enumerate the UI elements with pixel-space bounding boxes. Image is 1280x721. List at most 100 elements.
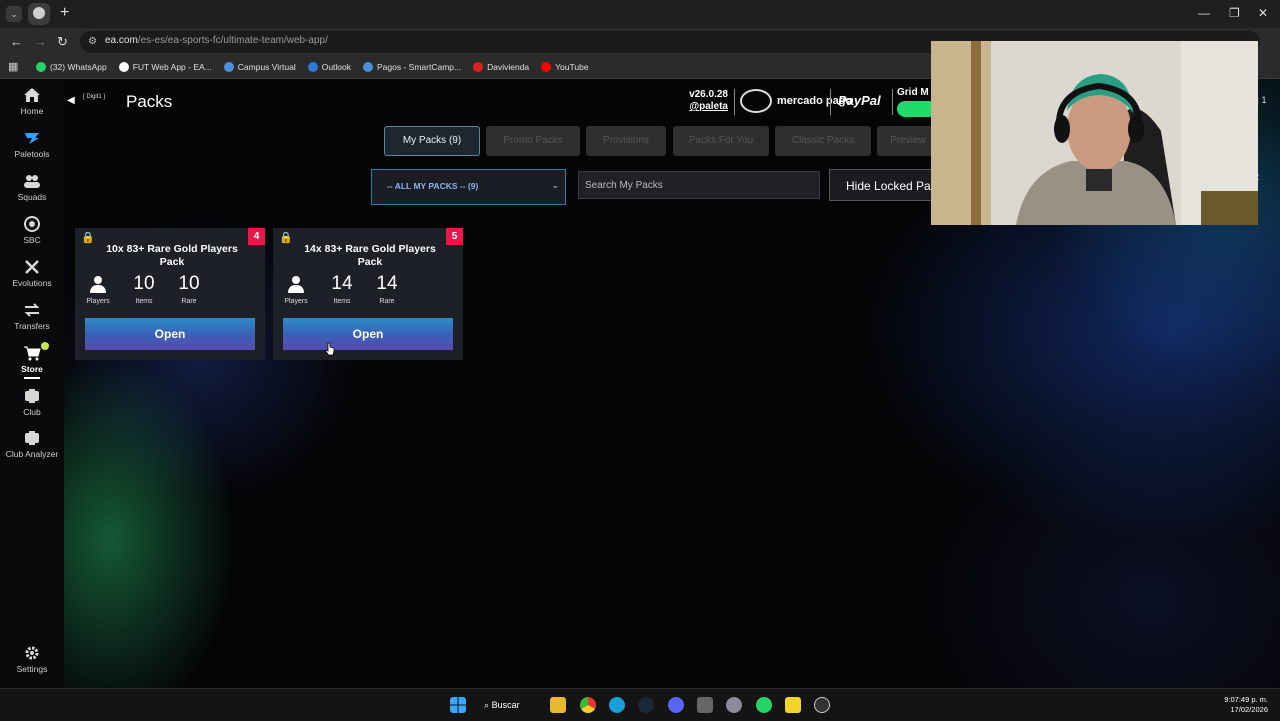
pack-card: 🔒 4 10x 83+ Rare Gold Players Pack Playe… [75, 228, 265, 360]
sidebar-item-settings[interactable]: Settings [0, 645, 64, 674]
system-clock[interactable]: 9:07:49 p. m. 17/02/2026 [1206, 695, 1268, 715]
notification-dot [41, 342, 49, 350]
browser-tab[interactable] [28, 3, 50, 25]
sidebar-item-squads[interactable]: Squads [0, 173, 64, 202]
bookmark-item[interactable]: Davivienda [473, 62, 529, 72]
pack-stat-rare: 14 Rare [370, 273, 404, 306]
divider [734, 89, 735, 115]
stat-value: 10 [133, 273, 155, 294]
stat-value: 14 [376, 273, 398, 294]
sidebar-label: Evolutions [12, 278, 52, 288]
stat-label: Players [284, 298, 308, 305]
back-icon[interactable]: ← [10, 34, 23, 49]
pack-stat-players: Players [279, 274, 313, 305]
pagos-icon [363, 62, 374, 72]
stat-label: Items [333, 298, 351, 305]
author-link[interactable]: @paleta [680, 101, 728, 113]
tab-search-icon[interactable]: ⌄ [6, 6, 22, 22]
pack-card: 🔒 5 14x 83+ Rare Gold Players Pack Playe… [273, 228, 463, 360]
sticky-notes-icon[interactable] [785, 697, 801, 713]
tab-classic-packs[interactable]: Classic Packs [775, 126, 871, 156]
stat-label: Players [86, 298, 110, 305]
stat-value: 10 [178, 273, 200, 294]
sidebar-item-sbc[interactable]: SBC [0, 216, 64, 245]
windows-start-icon[interactable] [450, 697, 466, 713]
club-icon [25, 389, 39, 403]
tab-preview[interactable]: Preview [877, 126, 939, 156]
obs-icon[interactable] [814, 697, 830, 713]
open-pack-button[interactable]: Open [283, 318, 453, 350]
back-arrow-icon[interactable]: ◀ [67, 95, 75, 106]
apps-grid-icon[interactable]: ▦ [8, 60, 18, 73]
mercado-pago-button[interactable]: mercado pago [740, 89, 852, 113]
paypal-button[interactable]: PayPal [838, 93, 881, 108]
open-pack-button[interactable]: Open [85, 318, 255, 350]
maximize-icon[interactable]: ❐ [1229, 6, 1240, 20]
minimize-icon[interactable]: — [1198, 6, 1210, 20]
grid-mode-label: Grid M [897, 87, 929, 98]
tab-provisions[interactable]: Provisions [586, 126, 666, 156]
active-indicator [24, 377, 40, 379]
tab-my-packs[interactable]: My Packs (9) [384, 126, 480, 156]
pack-title: 14x 83+ Rare Gold Players Pack [304, 243, 436, 268]
sidebar-item-transfers[interactable]: Transfers [0, 302, 64, 331]
search-packs-input[interactable] [578, 171, 820, 199]
close-window-icon[interactable]: ✕ [1258, 6, 1268, 20]
sidebar-item-home[interactable]: Home [0, 87, 64, 116]
lock-icon: 🔒 [279, 232, 293, 244]
webcam-overlay [931, 41, 1258, 225]
taskbar-search[interactable]: ⌕ Buscar [484, 695, 536, 715]
pack-filter-dropdown[interactable]: -- ALL MY PACKS -- (9) ⌄ [371, 169, 566, 205]
sbc-icon [24, 216, 40, 232]
sidebar-label: Squads [17, 192, 47, 202]
bookmark-item[interactable]: Outlook [307, 62, 351, 72]
reload-icon[interactable]: ↻ [57, 34, 68, 50]
paletools-icon [25, 133, 39, 144]
sidebar-item-store[interactable]: Store [0, 342, 64, 379]
tab-promo-packs[interactable]: Promo Packs [486, 126, 580, 156]
site-info-icon[interactable]: ⚙ [88, 36, 100, 48]
pack-count-badge: 5 [446, 228, 463, 245]
new-tab-icon[interactable]: + [60, 4, 69, 22]
url-path: /es-es/ea-sports-fc/ultimate-team/web-ap… [137, 35, 328, 46]
clock-time: 9:07:49 p. m. [1224, 695, 1268, 704]
sidebar-item-club-analyzer[interactable]: Club Analyzer [0, 430, 64, 459]
pack-stat-rare: 10 Rare [172, 273, 206, 306]
sidebar-item-club[interactable]: Club [0, 388, 64, 417]
bookmark-label: Davivienda [487, 62, 530, 72]
bookmark-item[interactable]: FUT Web App - EA... [118, 62, 212, 72]
home-icon [24, 88, 40, 102]
sidebar-label: Store [21, 364, 43, 374]
davivienda-icon [473, 62, 484, 72]
sidebar-item-evolutions[interactable]: Evolutions [0, 259, 64, 288]
bookmark-item[interactable]: YouTube [541, 62, 589, 72]
club-analyzer-icon [25, 431, 39, 445]
stat-value: 14 [331, 273, 353, 294]
sidebar-label: Settings [16, 664, 48, 674]
hide-locked-packs-button[interactable]: Hide Locked Pa [829, 169, 939, 201]
pack-stat-items: 10 Items [127, 273, 161, 306]
webcam-person-image [931, 41, 1258, 225]
steam-icon[interactable] [638, 697, 654, 713]
bookmark-item[interactable]: Campus Virtual [223, 62, 296, 72]
bookmark-item[interactable]: Pagos - SmartCamp... [363, 62, 461, 72]
os-taskbar: ⌕ Buscar 9:07:49 p. m. 17/02/2026 [0, 688, 1280, 721]
bookmark-label: YouTube [555, 62, 589, 72]
whatsapp-app-icon[interactable] [756, 697, 772, 713]
bookmark-label: Campus Virtual [237, 62, 296, 72]
youtube-icon [541, 62, 552, 72]
settings-app-icon[interactable] [726, 697, 742, 713]
bookmark-item[interactable]: (32) WhatsApp [36, 62, 107, 72]
evolutions-icon [25, 260, 39, 274]
sidebar-item-paletools[interactable]: Paletools [0, 130, 64, 159]
bookmark-label: Pagos - SmartCamp... [377, 62, 462, 72]
edge-icon[interactable] [609, 697, 625, 713]
chrome-icon[interactable] [580, 697, 596, 713]
discord-icon[interactable] [668, 697, 684, 713]
file-explorer-icon[interactable] [550, 697, 566, 713]
player-icon [287, 276, 305, 294]
app-icon[interactable] [697, 697, 713, 713]
tab-packs-for-you[interactable]: Packs For You [673, 126, 769, 156]
squads-icon [24, 175, 40, 188]
forward-icon[interactable]: → [34, 34, 47, 49]
